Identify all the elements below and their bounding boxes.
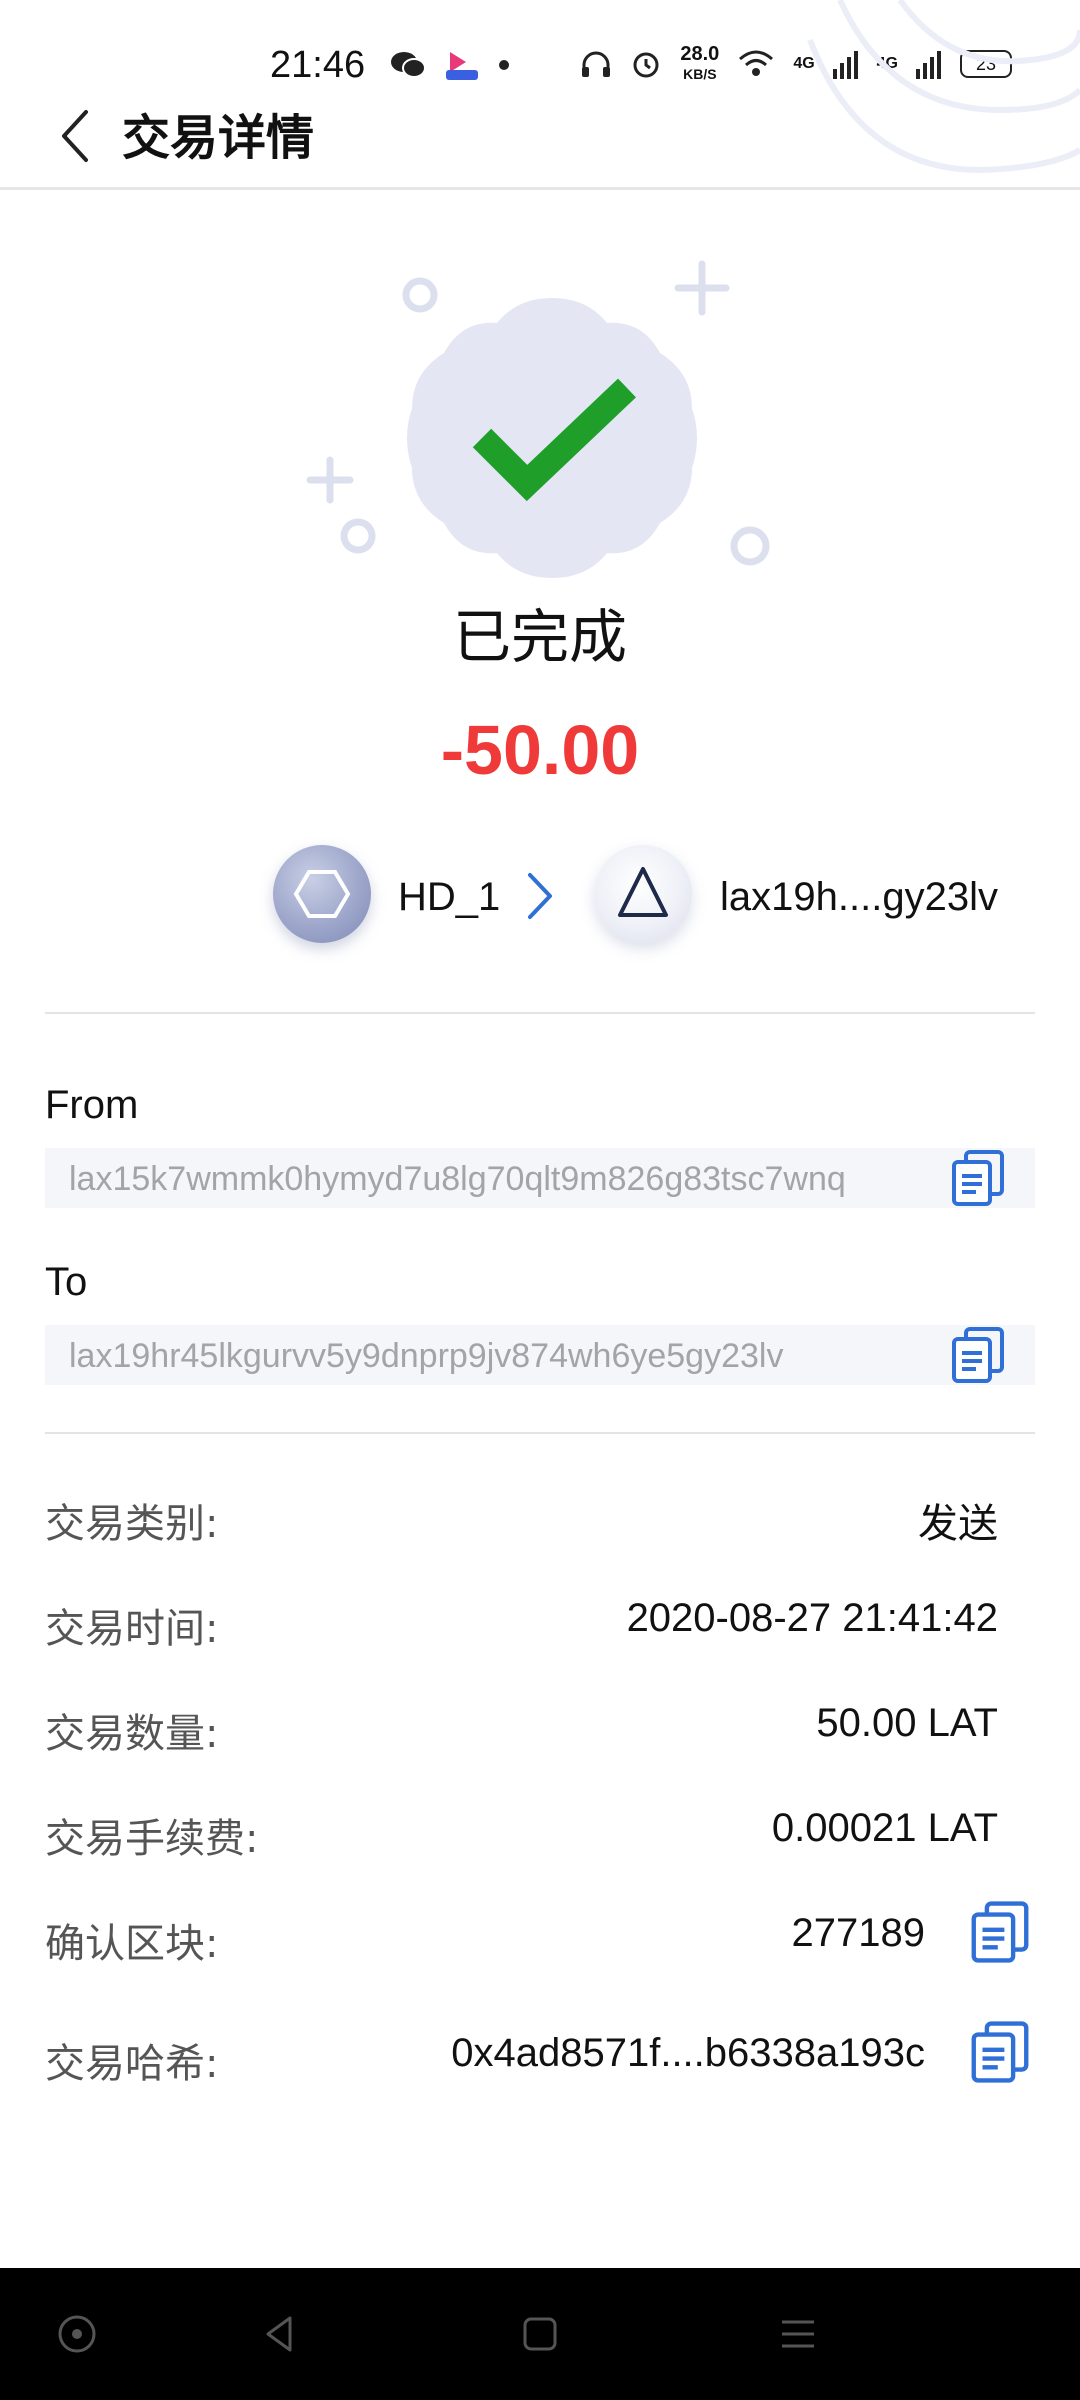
assistant-icon[interactable]: [55, 2312, 99, 2356]
copy-to-button[interactable]: [946, 1323, 1010, 1387]
transaction-status: 已完成: [452, 603, 627, 671]
detail-label: 交易哈希:: [45, 2041, 219, 2087]
detail-value: 0x4ad8571f....b6338a193c: [451, 2031, 925, 2075]
app-notification-icon: [446, 52, 478, 80]
to-address: lax19hr45lkgurvv5y9dnprp9jv874wh6ye5gy23…: [69, 1337, 784, 1375]
detail-value: 0.00021 LAT: [771, 1806, 998, 1850]
net-speed-value: 28.0: [680, 43, 720, 65]
headphones-icon: [582, 51, 611, 77]
detail-value: 发送: [918, 1502, 998, 1546]
notification-icons: [390, 48, 510, 82]
from-address-field: lax15k7wmmk0hymyd7u8lg70qlt9m826g83tsc7w…: [45, 1148, 1035, 1208]
copy-icon: [971, 1901, 1029, 1963]
from-address: lax15k7wmmk0hymyd7u8lg70qlt9m826g83tsc7w…: [69, 1160, 846, 1198]
divider: [45, 1012, 1035, 1014]
triangle-icon: [618, 867, 668, 917]
detail-label: 交易时间:: [45, 1606, 219, 1652]
detail-row-quantity: 交易数量: 50.00 LAT: [45, 1693, 1035, 1757]
detail-row-type: 交易类别: 发送: [45, 1483, 1035, 1547]
nav-back-icon[interactable]: [258, 2312, 302, 2356]
detail-value: 50.00 LAT: [816, 1701, 998, 1745]
detail-row-fee: 交易手续费: 0.00021 LAT: [45, 1798, 1035, 1862]
detail-row-block: 确认区块: 277189: [45, 1901, 1035, 1967]
detail-row-time: 交易时间: 2020-08-27 21:41:42: [45, 1588, 1035, 1652]
badge-shape: [407, 298, 697, 578]
detail-label: 确认区块:: [45, 1921, 219, 1967]
from-wallet-name: HD_1: [398, 875, 501, 919]
nav-home-icon[interactable]: [518, 2312, 562, 2356]
divider: [45, 1432, 1035, 1434]
wechat-icon: [391, 52, 426, 78]
system-nav-bar: [0, 2268, 1080, 2400]
nav-menu-icon[interactable]: [776, 2312, 820, 2356]
transaction-amount: -50.00: [440, 711, 640, 789]
detail-value: 2020-08-27 21:41:42: [626, 1596, 998, 1640]
net-speed-unit: KB/S: [683, 66, 717, 82]
copy-from-button[interactable]: [946, 1146, 1010, 1210]
copy-hash-button[interactable]: [965, 2017, 1035, 2087]
copy-icon: [971, 2021, 1029, 2083]
to-label: To: [45, 1260, 88, 1304]
to-address-short: lax19h....gy23lv: [720, 875, 998, 919]
status-time: 21:46: [270, 44, 366, 86]
net-speed: 28.0 KB/S: [680, 44, 719, 84]
chevron-left-icon: [62, 110, 88, 162]
chevron-right-icon: [528, 873, 552, 919]
hexagon-icon: [293, 870, 351, 918]
from-label: From: [45, 1083, 139, 1127]
copy-block-button[interactable]: [965, 1897, 1035, 1967]
to-address-field: lax19hr45lkgurvv5y9dnprp9jv874wh6ye5gy23…: [45, 1325, 1035, 1385]
app-header: 交易详情: [0, 90, 1080, 190]
copy-icon: [952, 1327, 1004, 1383]
dot-icon: [499, 60, 509, 70]
detail-label: 交易数量:: [45, 1711, 219, 1757]
detail-label: 交易类别:: [45, 1501, 219, 1547]
detail-value: 277189: [791, 1911, 925, 1955]
copy-icon: [952, 1150, 1004, 1206]
back-button[interactable]: [50, 100, 110, 170]
detail-label: 交易手续费:: [45, 1816, 259, 1862]
page-title: 交易详情: [122, 110, 315, 166]
detail-row-hash: 交易哈希: 0x4ad8571f....b6338a193c: [45, 2021, 1035, 2087]
to-wallet-avatar: [594, 845, 692, 943]
from-wallet-avatar: [273, 845, 371, 943]
success-badge: [306, 260, 770, 578]
transfer-summary: HD_1 lax19h....gy23lv: [0, 845, 1080, 945]
wifi-icon: [739, 50, 774, 76]
alarm-icon: [633, 52, 659, 78]
